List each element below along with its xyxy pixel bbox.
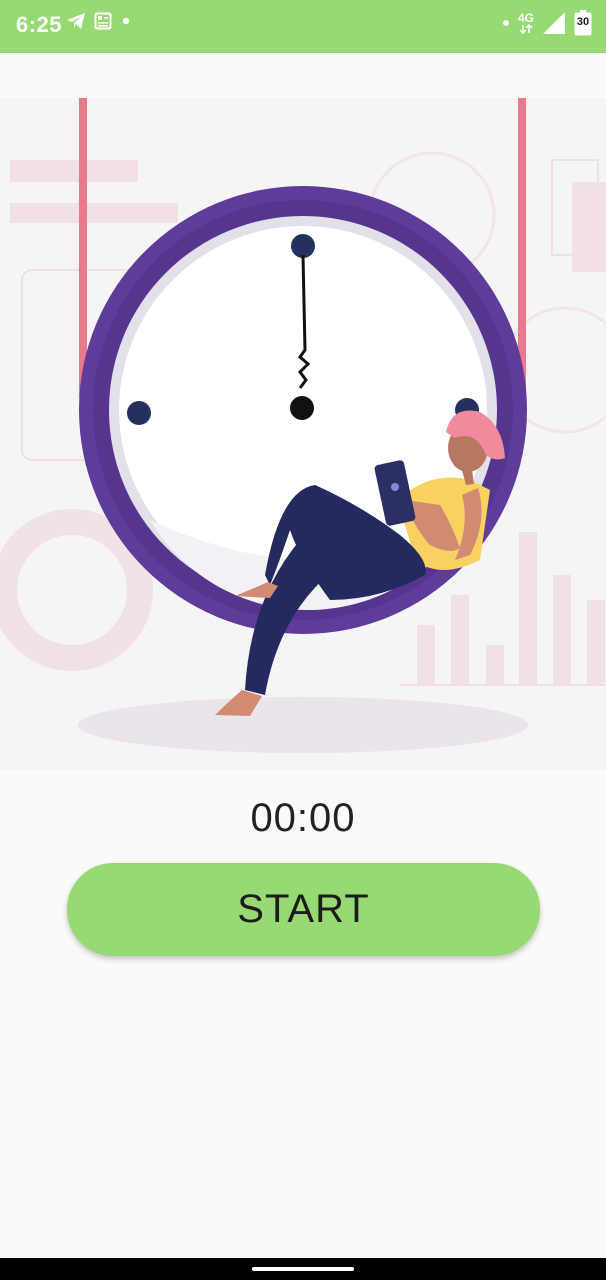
notification-dot-icon <box>122 17 130 25</box>
battery-icon: 30 <box>574 10 592 36</box>
clock-swing-illustration <box>0 98 606 753</box>
start-button[interactable]: START <box>67 863 540 956</box>
status-left-icons <box>66 12 132 30</box>
home-indicator[interactable] <box>252 1267 354 1271</box>
clock-marker-9 <box>127 401 151 425</box>
status-time: 6:25 <box>16 12 63 37</box>
clock-marker-12 <box>291 234 315 258</box>
hero-illustration <box>0 98 606 770</box>
network-type: 4G <box>517 11 534 25</box>
telegram-icon <box>67 13 85 29</box>
left-rope <box>79 98 87 398</box>
data-arrows-icon <box>519 24 533 34</box>
clock-center <box>290 396 314 420</box>
battery-level: 30 <box>576 16 590 28</box>
dot-icon <box>502 20 509 26</box>
status-bar: 6:25 4G 30 <box>0 0 606 53</box>
navigation-bar <box>0 1258 606 1280</box>
status-right-icons: 4G 30 <box>502 10 592 36</box>
signal-icon <box>543 12 565 34</box>
news-icon <box>94 12 112 30</box>
timer-display: 00:00 <box>250 796 356 840</box>
floor-shadow <box>78 697 528 753</box>
network-indicator: 4G <box>518 12 534 34</box>
